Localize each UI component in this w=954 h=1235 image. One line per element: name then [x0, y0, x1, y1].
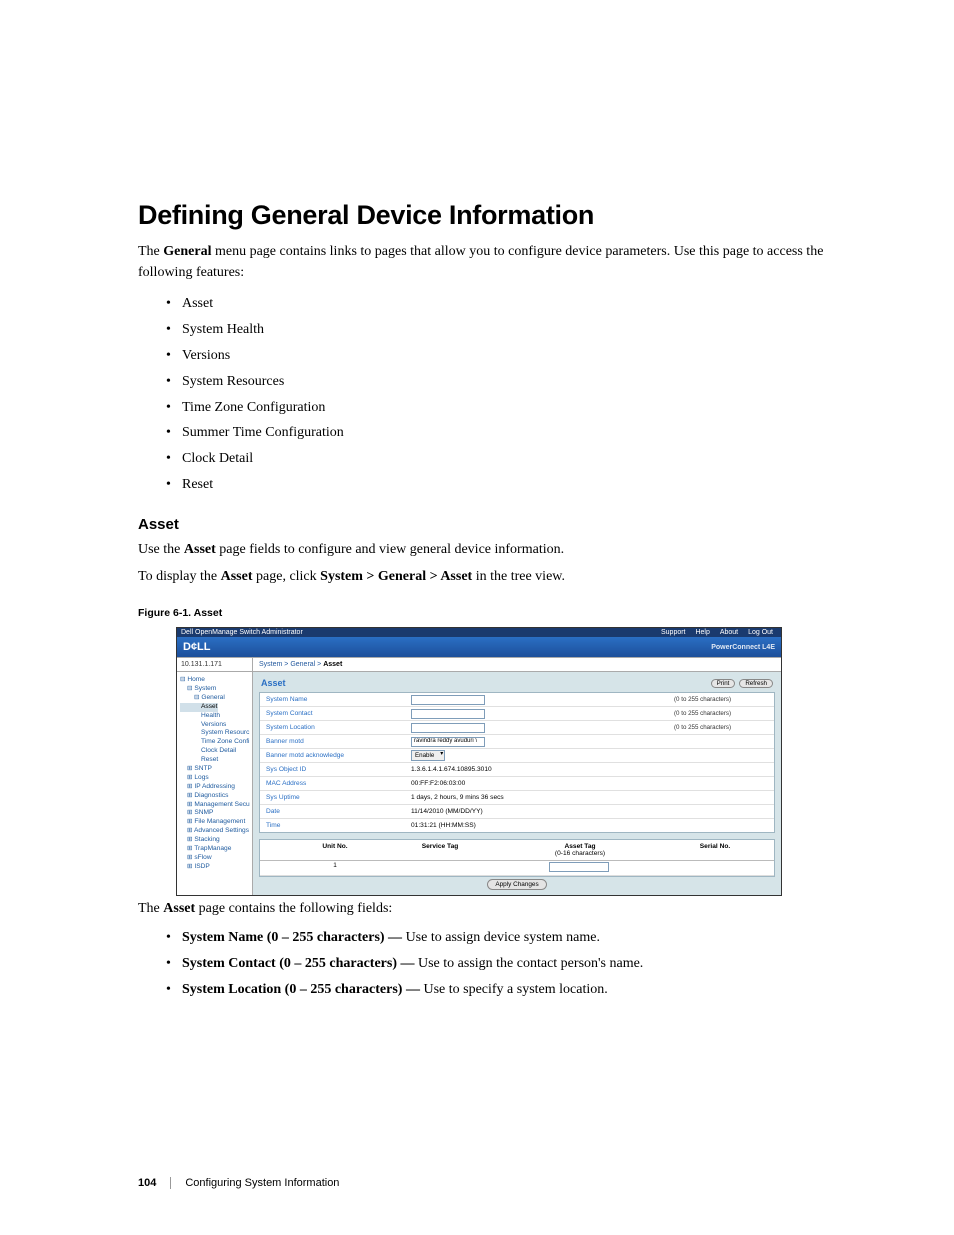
tree-item[interactable]: ⊞ IP Addressing [180, 783, 249, 792]
tree-home[interactable]: ⊟ Home [180, 676, 205, 683]
input-asset-tag[interactable] [549, 862, 609, 872]
nav-tree[interactable]: ⊟ Home ⊟ System ⊟ General Asset Health V… [177, 672, 253, 895]
label-system-contact: System Contact [260, 710, 411, 717]
crumb-ip: 10.131.1.171 [177, 658, 253, 671]
cell-unit: 1 [260, 862, 380, 874]
tree-item[interactable]: Health [180, 712, 249, 721]
feature-item: System Resources [166, 369, 864, 395]
link-logout[interactable]: Log Out [744, 629, 777, 636]
tree-item[interactable]: ⊞ Advanced Settings [180, 827, 249, 836]
breadcrumb: System > General > Asset [253, 658, 348, 671]
link-help[interactable]: Help [691, 629, 713, 636]
intro-para: The General menu page contains links to … [138, 241, 864, 283]
tree-item[interactable]: ⊞ Management Secu [180, 801, 249, 810]
intro-b: menu page contains links to pages that a… [138, 244, 823, 280]
input-system-name[interactable] [411, 695, 485, 705]
tree-item[interactable]: ⊞ Diagnostics [180, 792, 249, 801]
label-system-name: System Name [260, 696, 411, 703]
tree-general[interactable]: ⊟ General [180, 694, 249, 703]
label-system-location: System Location [260, 724, 411, 731]
tree-item[interactable]: ⊞ SNTP [180, 765, 249, 774]
shot-title: Dell OpenManage Switch Administrator [181, 629, 303, 636]
value-oid: 1.3.6.1.4.1.674.10895.3010 [411, 766, 674, 773]
page-footer: 104 Configuring System Information [138, 1177, 339, 1189]
feature-item: Clock Detail [166, 446, 864, 472]
input-banner[interactable]: ravindra reddy avuduri \ [411, 737, 485, 747]
label-uptime: Sys Uptime [260, 794, 411, 801]
input-system-contact[interactable] [411, 709, 485, 719]
tree-item[interactable]: ⊞ Logs [180, 774, 249, 783]
value-mac: 00:FF:F2:06:03:00 [411, 780, 674, 787]
brand-model: PowerConnect L4E [711, 644, 775, 651]
field-item: System Location (0 – 255 characters) — U… [166, 977, 864, 1003]
feature-item: Versions [166, 343, 864, 369]
form-panel: System Name (0 to 255 characters) System… [259, 692, 775, 833]
para-display-asset: To display the Asset page, click System … [138, 566, 864, 587]
label-banner-ack: Banner motd acknowledge [260, 752, 411, 759]
input-system-location[interactable] [411, 723, 485, 733]
figure-caption: Figure 6-1. Asset [138, 607, 864, 619]
footer-chapter: Configuring System Information [185, 1177, 339, 1189]
brand-logo: D¢LL [183, 641, 211, 653]
feature-item: Asset [166, 291, 864, 317]
hint-sysloc: (0 to 255 characters) [674, 724, 774, 731]
value-uptime: 1 days, 2 hours, 9 mins 36 secs [411, 794, 674, 801]
feature-item: Reset [166, 472, 864, 498]
refresh-button[interactable]: Refresh [739, 679, 773, 688]
after-shot-para: The Asset page contains the following fi… [138, 898, 864, 919]
fields-list: System Name (0 – 255 characters) — Use t… [166, 925, 864, 1003]
value-date: 11/14/2010 (MM/DD/YY) [411, 808, 674, 815]
tree-item[interactable]: Versions [180, 721, 249, 730]
tree-item[interactable]: System Resourc [180, 729, 249, 738]
label-banner: Banner motd [260, 738, 411, 745]
hint-sysname: (0 to 255 characters) [674, 696, 774, 703]
link-about[interactable]: About [716, 629, 742, 636]
table-row: 1 [260, 861, 774, 876]
intro-a: The [138, 244, 163, 259]
label-date: Date [260, 808, 411, 815]
tree-item[interactable]: ⊞ Stacking [180, 836, 249, 845]
footer-sep [170, 1177, 171, 1189]
page-number: 104 [138, 1177, 170, 1189]
tree-item[interactable]: Reset [180, 756, 249, 765]
para-use-asset: Use the Asset page fields to configure a… [138, 539, 864, 560]
tree-system[interactable]: ⊟ System [180, 685, 249, 694]
tree-item[interactable]: ⊞ ISDP [180, 863, 249, 872]
feature-item: Summer Time Configuration [166, 420, 864, 446]
tree-item[interactable]: Clock Detail [180, 747, 249, 756]
label-oid: Sys Object ID [260, 766, 411, 773]
tree-item[interactable]: ⊞ sFlow [180, 854, 249, 863]
print-button[interactable]: Print [711, 679, 736, 688]
select-banner-ack[interactable]: Enable [411, 750, 445, 761]
feature-item: Time Zone Configuration [166, 395, 864, 421]
field-item: System Contact (0 – 255 characters) — Us… [166, 951, 864, 977]
tree-asset[interactable]: Asset [180, 703, 218, 712]
asset-table: Unit No. Service Tag Asset Tag (0-16 cha… [259, 839, 775, 877]
tree-item[interactable]: ⊞ TrapManage [180, 845, 249, 854]
tree-item[interactable]: ⊞ SNMP [180, 809, 249, 818]
features-list: Asset System Health Versions System Reso… [166, 291, 864, 498]
apply-button[interactable]: Apply Changes [487, 879, 546, 890]
field-item: System Name (0 – 255 characters) — Use t… [166, 925, 864, 951]
col-unit: Unit No. [260, 843, 380, 857]
col-assettag: Asset Tag (0-16 characters) [500, 843, 660, 857]
label-time: Time [260, 822, 411, 829]
tree-item[interactable]: Time Zone Confi [180, 738, 249, 747]
hint-syscontact: (0 to 255 characters) [674, 710, 774, 717]
screenshot-figure: Dell OpenManage Switch Administrator Sup… [176, 627, 782, 896]
subheading-asset: Asset [138, 516, 864, 533]
tree-item[interactable]: ⊞ File Management [180, 818, 249, 827]
feature-item: System Health [166, 317, 864, 343]
intro-bold: General [163, 244, 211, 259]
page-title: Asset [261, 678, 286, 688]
label-mac: MAC Address [260, 780, 411, 787]
link-support[interactable]: Support [657, 629, 690, 636]
col-serial: Serial No. [660, 843, 770, 857]
value-time: 01:31:21 (HH:MM:SS) [411, 822, 674, 829]
heading-main: Defining General Device Information [138, 200, 864, 231]
col-service: Service Tag [380, 843, 500, 857]
